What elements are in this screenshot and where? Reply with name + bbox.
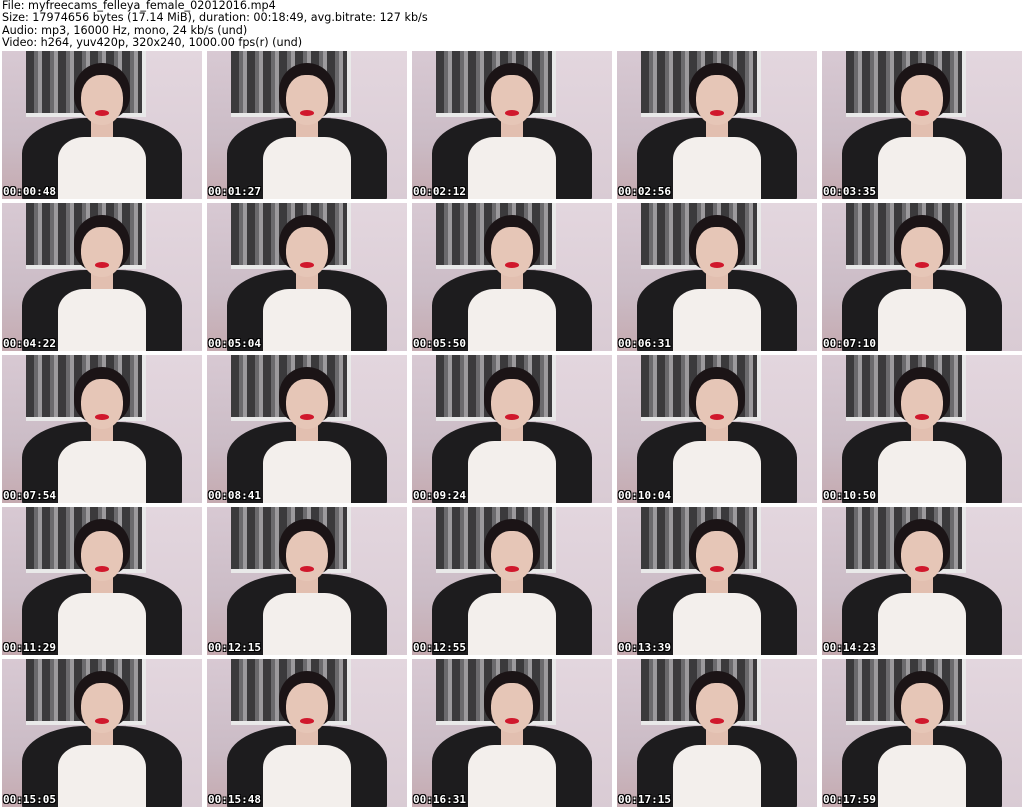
- thumbnail-timestamp: 00:09:24: [413, 489, 466, 502]
- file-info-header: File: myfreecams_felleya_female_02012016…: [2, 0, 1022, 50]
- thumbnail-timestamp: 00:13:39: [618, 641, 671, 654]
- person-figure: [878, 62, 966, 199]
- person-figure: [263, 366, 351, 503]
- person-figure: [468, 670, 556, 807]
- person-figure: [58, 518, 146, 655]
- person-figure: [673, 670, 761, 807]
- person-figure: [673, 214, 761, 351]
- person-figure: [878, 214, 966, 351]
- video-thumbnail[interactable]: 00:15:05: [2, 659, 202, 807]
- video-thumbnail[interactable]: 00:05:04: [207, 203, 407, 351]
- thumbnail-timestamp: 00:16:31: [413, 793, 466, 806]
- person-figure: [673, 62, 761, 199]
- video-thumbnail[interactable]: 00:14:23: [822, 507, 1022, 655]
- video-thumbnail[interactable]: 00:10:04: [617, 355, 817, 503]
- thumbnail-timestamp: 00:07:54: [3, 489, 56, 502]
- video-thumbnail[interactable]: 00:10:50: [822, 355, 1022, 503]
- video-thumbnail[interactable]: 00:15:48: [207, 659, 407, 807]
- person-figure: [673, 366, 761, 503]
- thumbnail-timestamp: 00:05:04: [208, 337, 261, 350]
- thumbnail-timestamp: 00:02:12: [413, 185, 466, 198]
- thumbnail-timestamp: 00:15:48: [208, 793, 261, 806]
- video-thumbnail[interactable]: 00:03:35: [822, 51, 1022, 199]
- thumbnail-timestamp: 00:10:50: [823, 489, 876, 502]
- thumbnail-timestamp: 00:02:56: [618, 185, 671, 198]
- video-thumbnail[interactable]: 00:13:39: [617, 507, 817, 655]
- video-thumbnail[interactable]: 00:08:41: [207, 355, 407, 503]
- file-size-line: Size: 17974656 bytes (17.14 MiB), durati…: [2, 11, 428, 25]
- person-figure: [673, 518, 761, 655]
- thumbnail-timestamp: 00:14:23: [823, 641, 876, 654]
- thumbnail-timestamp: 00:12:55: [413, 641, 466, 654]
- video-thumbnail[interactable]: 00:17:15: [617, 659, 817, 807]
- person-figure: [58, 214, 146, 351]
- video-thumbnail[interactable]: 00:09:24: [412, 355, 612, 503]
- person-figure: [878, 366, 966, 503]
- thumbnail-timestamp: 00:17:15: [618, 793, 671, 806]
- thumbnail-timestamp: 00:03:35: [823, 185, 876, 198]
- video-thumbnail[interactable]: 00:02:12: [412, 51, 612, 199]
- thumbnail-timestamp: 00:15:05: [3, 793, 56, 806]
- person-figure: [58, 62, 146, 199]
- person-figure: [263, 214, 351, 351]
- thumbnail-timestamp: 00:04:22: [3, 337, 56, 350]
- person-figure: [468, 518, 556, 655]
- thumbnail-grid: 00:00:48 00:01:27 00:02:12 00:02:56 00:03:35…: [2, 51, 1022, 811]
- thumbnail-timestamp: 00:07:10: [823, 337, 876, 350]
- thumbnail-timestamp: 00:00:48: [3, 185, 56, 198]
- video-thumbnail[interactable]: 00:16:31: [412, 659, 612, 807]
- person-figure: [263, 670, 351, 807]
- video-thumbnail[interactable]: 00:04:22: [2, 203, 202, 351]
- video-thumbnail[interactable]: 00:07:10: [822, 203, 1022, 351]
- thumbnail-timestamp: 00:08:41: [208, 489, 261, 502]
- video-thumbnail[interactable]: 00:12:55: [412, 507, 612, 655]
- video-thumbnail[interactable]: 00:12:15: [207, 507, 407, 655]
- person-figure: [878, 670, 966, 807]
- video-thumbnail[interactable]: 00:01:27: [207, 51, 407, 199]
- person-figure: [58, 366, 146, 503]
- video-thumbnail[interactable]: 00:00:48: [2, 51, 202, 199]
- video-info-line: Video: h264, yuv420p, 320x240, 1000.00 f…: [2, 36, 303, 50]
- thumbnail-timestamp: 00:12:15: [208, 641, 261, 654]
- thumbnail-timestamp: 00:06:31: [618, 337, 671, 350]
- video-thumbnail[interactable]: 00:02:56: [617, 51, 817, 199]
- person-figure: [58, 670, 146, 807]
- video-thumbnail[interactable]: 00:07:54: [2, 355, 202, 503]
- person-figure: [878, 518, 966, 655]
- thumbnail-timestamp: 00:11:29: [3, 641, 56, 654]
- video-thumbnail[interactable]: 00:05:50: [412, 203, 612, 351]
- thumbnail-timestamp: 00:10:04: [618, 489, 671, 502]
- person-figure: [468, 366, 556, 503]
- video-thumbnail[interactable]: 00:17:59: [822, 659, 1022, 807]
- thumbnail-timestamp: 00:05:50: [413, 337, 466, 350]
- person-figure: [263, 518, 351, 655]
- thumbnail-timestamp: 00:01:27: [208, 185, 261, 198]
- person-figure: [468, 214, 556, 351]
- person-figure: [468, 62, 556, 199]
- person-figure: [263, 62, 351, 199]
- thumbnail-timestamp: 00:17:59: [823, 793, 876, 806]
- video-thumbnail[interactable]: 00:06:31: [617, 203, 817, 351]
- video-thumbnail[interactable]: 00:11:29: [2, 507, 202, 655]
